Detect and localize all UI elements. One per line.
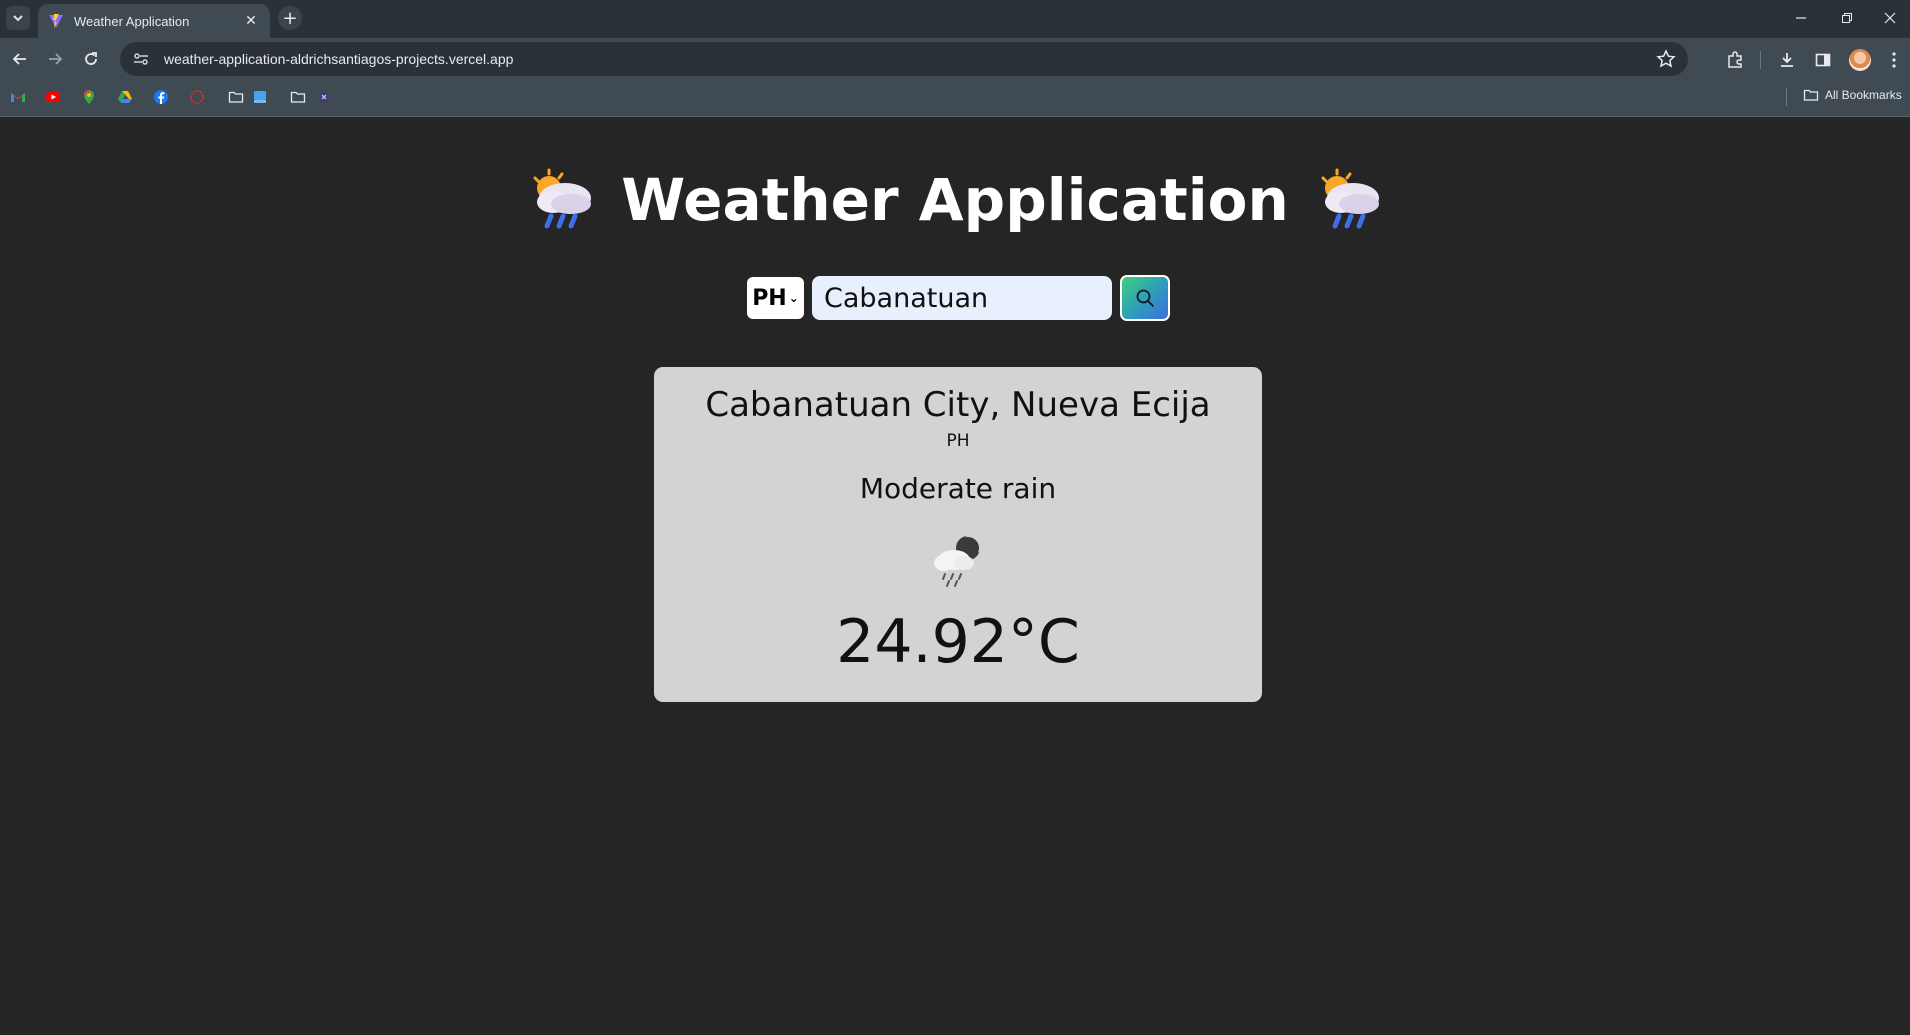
sun-behind-rain-cloud-icon	[1321, 168, 1379, 229]
chevron-down-icon: ⌄	[788, 291, 799, 305]
side-panel-icon	[1815, 53, 1831, 67]
close-tab-icon[interactable]: ✕	[242, 13, 260, 29]
folder-icon	[1803, 89, 1819, 101]
app-icon[interactable]	[252, 89, 268, 105]
toolbar-divider	[1760, 51, 1761, 69]
arrow-right-icon	[49, 53, 63, 65]
search-form: PH ⌄	[747, 275, 1170, 321]
close-window-button[interactable]	[1870, 0, 1910, 36]
active-tab[interactable]: Weather Application ✕	[38, 4, 270, 38]
restore-button[interactable]	[1824, 0, 1870, 36]
side-panel-button[interactable]	[1812, 49, 1834, 71]
rain-cloud-night-icon	[934, 534, 983, 587]
weather-description: Moderate rain	[859, 472, 1057, 505]
more-vert-icon	[1892, 52, 1896, 68]
search-button[interactable]	[1120, 275, 1170, 321]
browser-toolbar: weather-application-aldrichsantiagos-pro…	[0, 38, 1910, 80]
vite-favicon-icon	[49, 14, 63, 28]
reload-button[interactable]	[76, 44, 106, 74]
download-icon	[1781, 53, 1793, 67]
country-select[interactable]: PH ⌄	[747, 277, 804, 319]
browser-menu-button[interactable]	[1886, 49, 1902, 71]
forward-button[interactable]	[40, 44, 70, 74]
youtube-icon[interactable]	[45, 89, 61, 105]
bookmarks-divider	[1786, 88, 1787, 106]
minimize-button[interactable]	[1778, 0, 1824, 36]
tab-strip: Weather Application ✕ +	[0, 0, 1910, 38]
city-search-input[interactable]	[812, 276, 1112, 320]
gmail-icon[interactable]	[10, 89, 26, 105]
country-select-value: PH	[752, 285, 787, 311]
site-settings-icon[interactable]	[132, 50, 150, 68]
x-icon[interactable]	[316, 89, 332, 105]
facebook-icon[interactable]	[153, 89, 169, 105]
all-bookmarks-label: All Bookmarks	[1825, 88, 1902, 102]
sun-behind-rain-cloud-icon	[533, 168, 592, 229]
minimize-icon	[1796, 17, 1806, 19]
back-button[interactable]	[5, 44, 35, 74]
search-icon	[1136, 289, 1154, 307]
close-icon	[1884, 12, 1896, 24]
downloads-button[interactable]	[1776, 49, 1798, 71]
new-tab-button[interactable]: +	[278, 6, 302, 30]
address-bar[interactable]: weather-application-aldrichsantiagos-pro…	[120, 42, 1688, 76]
drive-icon[interactable]	[117, 89, 133, 105]
bookmarks-bar	[0, 80, 1910, 117]
weather-card: Cabanatuan City, Nueva Ecija PH Moderate…	[654, 367, 1262, 702]
restore-icon	[1842, 13, 1852, 23]
page-content: Weather Application PH ⌄ Cabanatuan City…	[0, 118, 1910, 1035]
bookmark-star-icon[interactable]	[1656, 49, 1676, 69]
profile-avatar[interactable]	[1849, 49, 1871, 71]
folder-icon[interactable]	[228, 89, 244, 105]
tab-search-button[interactable]	[6, 6, 30, 30]
location-name: Cabanatuan City, Nueva Ecija	[705, 385, 1211, 425]
reload-icon	[85, 52, 97, 65]
url-text: weather-application-aldrichsantiagos-pro…	[164, 51, 514, 67]
circle-icon[interactable]	[189, 89, 205, 105]
chevron-down-icon	[13, 15, 23, 22]
tab-title: Weather Application	[74, 13, 190, 29]
app-header: Weather Application	[0, 166, 1910, 234]
temperature-value: 24.92°C	[836, 607, 1080, 677]
page-title: Weather Application	[621, 166, 1289, 234]
puzzle-icon	[1728, 51, 1742, 68]
folder-icon[interactable]	[290, 89, 306, 105]
extensions-button[interactable]	[1724, 49, 1746, 71]
maps-icon[interactable]	[81, 89, 97, 105]
all-bookmarks-button[interactable]: All Bookmarks	[1803, 87, 1902, 103]
arrow-left-icon	[12, 53, 26, 65]
location-country: PH	[946, 431, 970, 451]
